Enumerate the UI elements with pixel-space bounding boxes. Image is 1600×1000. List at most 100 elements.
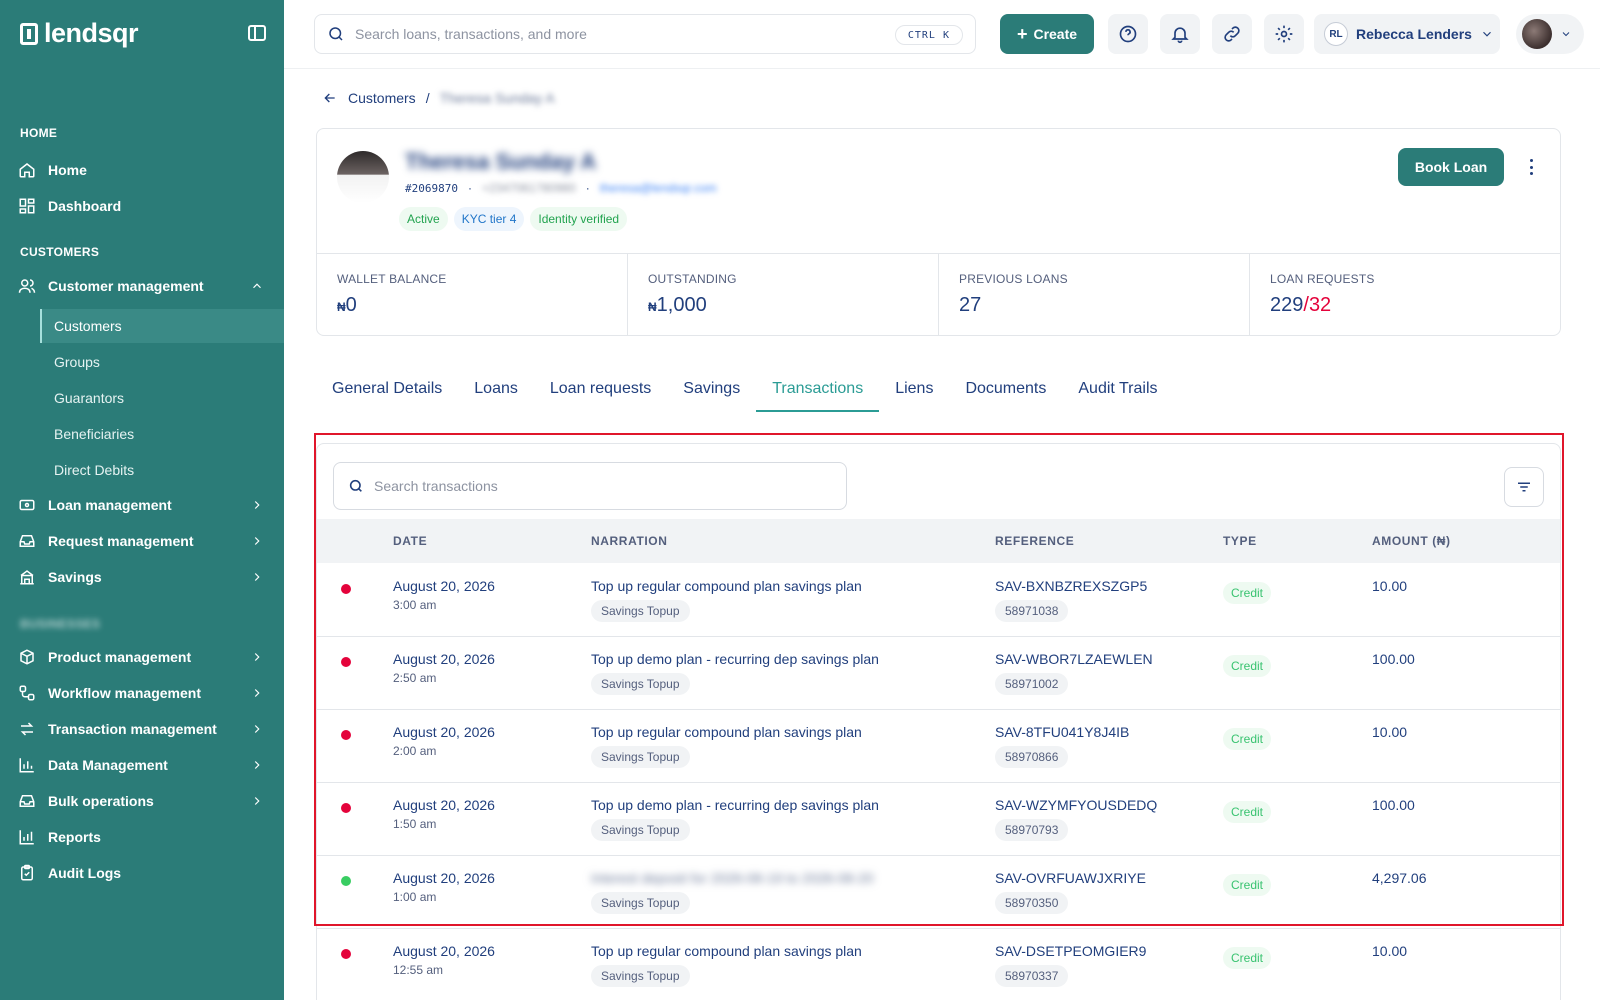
sidebar-item-label: Data Management (48, 757, 168, 773)
back-arrow-icon[interactable] (322, 90, 338, 106)
txn-reference: SAV-OVRFUAWJXRIYE (995, 870, 1146, 886)
sidebar-item-home[interactable]: Home (0, 153, 284, 187)
tab-loans[interactable]: Loans (458, 366, 534, 412)
profile-menu-button[interactable] (1516, 14, 1584, 54)
column-header-amount[interactable]: AMOUNT (₦) (1372, 534, 1451, 548)
cell-reference: SAV-BXNBZREXSZGP5 58971038 (995, 578, 1147, 622)
cell-amount: 100.00 (1372, 797, 1415, 813)
status-dot (341, 803, 351, 813)
sidebar-item-bulk-operations[interactable]: Bulk operations (0, 784, 284, 818)
table-row[interactable]: August 20, 2026 1:50 am Top up demo plan -… (317, 783, 1560, 856)
link-button[interactable] (1212, 14, 1252, 54)
status-dot (341, 730, 351, 740)
txn-date: August 20, 2026 (393, 943, 495, 959)
table-row[interactable]: August 20, 2026 2:50 am Top up demo plan -… (317, 637, 1560, 710)
breadcrumb: Customers / Theresa Sunday A (322, 90, 555, 106)
sidebar-item-product-management[interactable]: Product management (0, 640, 284, 674)
organization-switcher[interactable]: RL Rebecca Lenders (1314, 14, 1500, 54)
sidebar-item-guarantors[interactable]: Guarantors (40, 381, 284, 415)
column-header-date[interactable]: DATE (393, 534, 427, 548)
sidebar: lendsqr HOME Home Dashboard CUSTOMERS Cu… (0, 0, 284, 1000)
cell-reference: SAV-8TFU041Y8J4IB 58970866 (995, 724, 1129, 768)
sidebar-item-request-management[interactable]: Request management (0, 524, 284, 558)
lendsqr-logo[interactable]: lendsqr (20, 18, 139, 49)
logo-mark-icon (20, 22, 38, 45)
link-icon (1224, 26, 1240, 42)
tab-liens[interactable]: Liens (879, 366, 949, 412)
sidebar-item-audit-logs[interactable]: Audit Logs (0, 856, 284, 890)
tab-loan-requests[interactable]: Loan requests (534, 366, 667, 412)
sidebar-item-beneficiaries[interactable]: Beneficiaries (40, 417, 284, 451)
tab-audit-trails[interactable]: Audit Trails (1062, 366, 1173, 412)
sidebar-item-customers[interactable]: Customers (40, 309, 284, 343)
tab-savings[interactable]: Savings (667, 366, 756, 412)
column-header-type[interactable]: TYPE (1223, 534, 1257, 548)
txn-time: 1:00 am (393, 890, 437, 904)
notifications-button[interactable] (1160, 14, 1200, 54)
stat-value: 229/32 (1270, 294, 1332, 316)
cell-type: Credit (1223, 651, 1272, 677)
cell-date: August 20, 2026 1:50 am (393, 797, 495, 831)
cell-amount: 100.00 (1372, 651, 1415, 667)
txn-time: 2:00 am (393, 744, 437, 758)
sidebar-item-loan-management[interactable]: Loan management (0, 488, 284, 522)
global-search-input[interactable] (355, 26, 855, 42)
table-row[interactable]: August 20, 2026 3:00 am Top up regular com… (317, 564, 1560, 637)
shortcut-hint: CTRL K (894, 25, 963, 45)
filter-button[interactable] (1504, 467, 1544, 507)
txn-time: 12:55 am (393, 963, 444, 977)
status-badges: Active KYC tier 4 Identity verified (399, 207, 628, 231)
customer-name: Theresa Sunday A (405, 149, 597, 174)
more-options-icon[interactable] (1528, 159, 1534, 175)
txn-ref-id-chip: 58971038 (995, 600, 1069, 622)
cell-reference: SAV-WZYMFYOUSDEDQ 58970793 (995, 797, 1157, 841)
sidebar-collapse-icon[interactable] (248, 25, 266, 41)
cell-narration: Top up regular compound plan savings pla… (591, 724, 862, 768)
savings-icon (18, 568, 36, 586)
cell-narration: Top up regular compound plan savings pla… (591, 943, 862, 987)
tab-documents[interactable]: Documents (949, 366, 1062, 412)
sidebar-item-label: Customer management (48, 278, 204, 294)
section-label-home: HOME (20, 126, 58, 140)
cell-date: August 20, 2026 12:55 am (393, 943, 495, 977)
sidebar-item-label: Savings (48, 569, 102, 585)
sidebar-item-savings[interactable]: Savings (0, 560, 284, 594)
section-label-customers: CUSTOMERS (20, 245, 100, 259)
tab-general-details[interactable]: General Details (316, 366, 458, 412)
txn-narration: Top up regular compound plan savings pla… (591, 578, 862, 594)
sidebar-item-transaction-management[interactable]: Transaction management (0, 712, 284, 746)
sidebar-item-customer-management[interactable]: Customer management (0, 269, 284, 303)
cell-narration: Top up demo plan - recurring dep savings… (591, 797, 879, 841)
column-header-reference[interactable]: REFERENCE (995, 534, 1074, 548)
transactions-search[interactable] (333, 462, 847, 510)
txn-type-badge: Credit (1223, 801, 1272, 823)
cell-amount: 10.00 (1372, 943, 1407, 959)
global-search[interactable]: CTRL K (314, 14, 976, 54)
tab-transactions[interactable]: Transactions (756, 366, 880, 412)
sidebar-item-label: Reports (48, 829, 101, 845)
help-button[interactable] (1108, 14, 1148, 54)
sidebar-item-groups[interactable]: Groups (40, 345, 284, 379)
transactions-search-input[interactable] (374, 478, 814, 494)
sidebar-item-dashboard[interactable]: Dashboard (0, 189, 284, 223)
create-button[interactable]: + Create (1000, 14, 1094, 54)
txn-type-badge: Credit (1223, 728, 1272, 750)
cell-type: Credit (1223, 578, 1272, 604)
breadcrumb-customers[interactable]: Customers (348, 90, 416, 106)
column-header-narration[interactable]: NARRATION (591, 534, 668, 548)
avatar (1522, 19, 1552, 49)
sidebar-item-reports[interactable]: Reports (0, 820, 284, 854)
sidebar-item-workflow-management[interactable]: Workflow management (0, 676, 284, 710)
table-row[interactable]: August 20, 2026 2:00 am Top up regular com… (317, 710, 1560, 783)
breadcrumb-separator: / (425, 90, 430, 106)
customer-tabs: General Details Loans Loan requests Savi… (316, 366, 1174, 412)
settings-button[interactable] (1264, 14, 1304, 54)
book-loan-button[interactable]: Book Loan (1398, 148, 1504, 186)
chart-icon (18, 756, 36, 774)
table-row[interactable]: August 20, 2026 1:00 am Interest deposit f… (317, 856, 1560, 929)
sidebar-item-data-management[interactable]: Data Management (0, 748, 284, 782)
customer-email[interactable]: theresa@lendsqr.com (600, 181, 717, 195)
chevron-right-icon (254, 501, 260, 509)
sidebar-item-direct-debits[interactable]: Direct Debits (40, 453, 284, 487)
table-row[interactable]: August 20, 2026 12:55 am Top up regular co… (317, 929, 1560, 1000)
